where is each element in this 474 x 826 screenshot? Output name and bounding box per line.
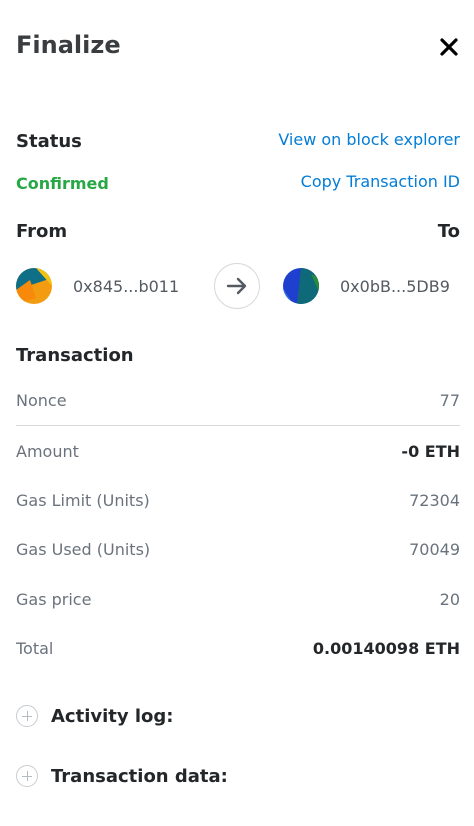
view-on-block-explorer-link[interactable]: View on block explorer xyxy=(278,130,460,149)
plus-circle-icon xyxy=(16,765,38,787)
row-label: Gas Used (Units) xyxy=(16,539,151,559)
close-button[interactable] xyxy=(438,36,460,58)
from-avatar xyxy=(16,268,52,304)
page-title: Finalize xyxy=(16,31,121,59)
nonce-row: Nonce 77 xyxy=(16,388,460,412)
row-label: Gas price xyxy=(16,589,92,609)
to-label: To xyxy=(437,221,460,242)
copy-transaction-id-link[interactable]: Copy Transaction ID xyxy=(301,172,460,191)
arrow-right-icon xyxy=(226,277,247,295)
to-avatar xyxy=(283,268,319,304)
divider xyxy=(16,425,460,426)
status-label: Status xyxy=(16,131,82,152)
row-value: 70049 xyxy=(409,539,460,559)
direction-arrow xyxy=(214,263,260,309)
transaction-data-label: Transaction data: xyxy=(51,765,228,787)
row-value: -0 ETH xyxy=(401,441,460,461)
row-value: 77 xyxy=(439,390,460,410)
from-address[interactable]: 0x845...b011 xyxy=(73,277,179,296)
activity-log-toggle[interactable]: Activity log: xyxy=(16,705,174,727)
row-label: Gas Limit (Units) xyxy=(16,490,150,510)
total-row: Total 0.00140098 ETH xyxy=(16,636,460,660)
gas-limit-row: Gas Limit (Units) 72304 xyxy=(16,488,460,512)
close-icon xyxy=(440,38,458,56)
row-value: 20 xyxy=(439,589,460,609)
gas-price-row: Gas price 20 xyxy=(16,587,460,611)
row-label: Nonce xyxy=(16,390,67,410)
status-badge: Confirmed xyxy=(16,174,109,193)
transaction-heading: Transaction xyxy=(16,345,134,366)
gas-used-row: Gas Used (Units) 70049 xyxy=(16,537,460,561)
transaction-data-toggle[interactable]: Transaction data: xyxy=(16,765,228,787)
row-value: 72304 xyxy=(409,490,460,510)
plus-circle-icon xyxy=(16,705,38,727)
row-label: Total xyxy=(16,638,54,658)
to-address[interactable]: 0x0bB...5DB9 xyxy=(340,277,450,296)
activity-log-label: Activity log: xyxy=(51,705,174,727)
from-label: From xyxy=(16,221,68,242)
row-label: Amount xyxy=(16,441,79,461)
amount-row: Amount -0 ETH xyxy=(16,439,460,463)
row-value: 0.00140098 ETH xyxy=(312,638,460,658)
